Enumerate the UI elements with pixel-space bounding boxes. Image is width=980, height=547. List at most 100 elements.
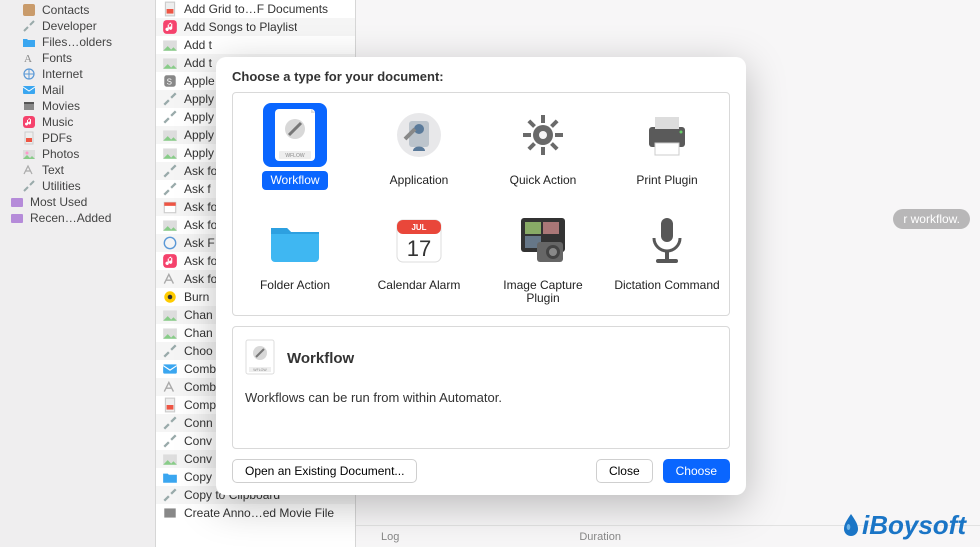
pdf-icon — [162, 397, 178, 413]
automator-window: Contacts Developer Files…olders A Fonts I… — [0, 0, 980, 547]
label: Music — [42, 115, 73, 129]
action-row[interactable]: Add Grid to…F Documents — [156, 0, 355, 18]
action-label: Burn — [184, 290, 209, 304]
tab-log[interactable]: Log — [381, 531, 399, 543]
files-icon — [162, 469, 178, 485]
svg-text:A: A — [24, 53, 32, 65]
label: Recen…Added — [30, 211, 111, 225]
open-existing-button[interactable]: Open an Existing Document... — [232, 459, 417, 483]
type-dictation-command[interactable]: Dictation Command — [605, 208, 729, 308]
photo-icon — [162, 217, 178, 233]
movie-icon — [162, 505, 178, 521]
svg-text:WFLOW: WFLOW — [253, 368, 267, 372]
action-label: Comb — [184, 362, 216, 376]
globe-icon — [162, 235, 178, 251]
script-icon: S — [162, 73, 178, 89]
action-label: Conv — [184, 452, 212, 466]
type-application[interactable]: Application — [357, 103, 481, 190]
sidebar-item-text[interactable]: Text — [0, 162, 155, 178]
pdf-icon — [162, 1, 178, 17]
text-icon — [162, 379, 178, 395]
type-workflow[interactable]: WFLOW Workflow — [233, 103, 357, 190]
label: Files…olders — [42, 35, 112, 49]
action-row[interactable]: Create Anno…ed Movie File — [156, 504, 355, 522]
burn-icon — [162, 289, 178, 305]
action-label: Ask f — [184, 182, 211, 196]
type-print-plugin[interactable]: Print Plugin — [605, 103, 729, 190]
sidebar-item-internet[interactable]: Internet — [0, 66, 155, 82]
tools-icon — [162, 181, 178, 197]
tools-icon — [22, 19, 36, 33]
sidebar-item-developer[interactable]: Developer — [0, 18, 155, 34]
choose-button[interactable]: Choose — [663, 459, 730, 483]
label: PDFs — [42, 131, 72, 145]
action-label: Conn — [184, 416, 213, 430]
type-quick-action[interactable]: Quick Action — [481, 103, 605, 190]
action-label: Ask F — [184, 236, 215, 250]
action-row[interactable]: Add Songs to Playlist — [156, 18, 355, 36]
label: Fonts — [42, 51, 72, 65]
library-sidebar: Contacts Developer Files…olders A Fonts I… — [0, 0, 156, 547]
action-label: Copy — [184, 470, 212, 484]
action-label: Apply — [184, 146, 214, 160]
calendar-icon: JUL17 — [387, 208, 451, 272]
type-folder-action[interactable]: Folder Action — [233, 208, 357, 308]
type-label: Calendar Alarm — [370, 276, 469, 295]
globe-icon — [22, 67, 36, 81]
photo-icon — [22, 147, 36, 161]
tools-icon — [22, 179, 36, 193]
tab-duration[interactable]: Duration — [579, 531, 621, 543]
pdf-icon — [22, 131, 36, 145]
action-label: Add Grid to…F Documents — [184, 2, 328, 16]
sidebar-item-pdfs[interactable]: PDFs — [0, 130, 155, 146]
sidebar-item-music[interactable]: Music — [0, 114, 155, 130]
sidebar-item-movies[interactable]: Movies — [0, 98, 155, 114]
label: Developer — [42, 19, 97, 33]
action-label: Ask fo — [184, 218, 217, 232]
tools-icon — [162, 343, 178, 359]
close-button[interactable]: Close — [596, 459, 653, 483]
action-label: Ask fo — [184, 254, 217, 268]
svg-text:WFLOW: WFLOW — [285, 153, 304, 159]
label: Movies — [42, 99, 80, 113]
action-label: Apple — [184, 74, 215, 88]
action-label: Chan — [184, 326, 213, 340]
sidebar-item-fonts[interactable]: A Fonts — [0, 50, 155, 66]
dialog-button-row: Open an Existing Document... Close Choos… — [232, 459, 730, 483]
type-label: Application — [382, 171, 457, 190]
type-calendar-alarm[interactable]: JUL17 Calendar Alarm — [357, 208, 481, 308]
movie-icon — [22, 99, 36, 113]
cal-day: 17 — [407, 236, 431, 261]
sidebar-item-utilities[interactable]: Utilities — [0, 178, 155, 194]
description-body: Workflows can be run from within Automat… — [245, 390, 717, 405]
action-row[interactable]: Add t — [156, 36, 355, 54]
type-label: Dictation Command — [606, 276, 727, 295]
action-label: Add Songs to Playlist — [184, 20, 297, 34]
sidebar-item-contacts[interactable]: Contacts — [0, 2, 155, 18]
workflow-icon: WFLOW — [263, 103, 327, 167]
action-label: Chan — [184, 308, 213, 322]
label: Text — [42, 163, 64, 177]
sidebar-group-most-used[interactable]: Most Used — [0, 194, 155, 210]
photo-icon — [162, 307, 178, 323]
photo-icon — [162, 127, 178, 143]
type-image-capture-plugin[interactable]: Image Capture Plugin — [481, 208, 605, 308]
type-label: Folder Action — [252, 276, 338, 295]
gear-icon — [511, 103, 575, 167]
sidebar-item-photos[interactable]: Photos — [0, 146, 155, 162]
sidebar-item-files[interactable]: Files…olders — [0, 34, 155, 50]
action-label: Apply — [184, 110, 214, 124]
label: Utilities — [42, 179, 81, 193]
files-icon — [22, 35, 36, 49]
workflow-small-icon: WFLOW — [245, 339, 275, 378]
canvas-hint: r workflow. — [893, 209, 970, 229]
text-icon — [22, 163, 36, 177]
tools-icon — [162, 433, 178, 449]
sidebar-group-recent[interactable]: Recen…Added — [0, 210, 155, 226]
folder-icon — [263, 208, 327, 272]
tools-icon — [162, 91, 178, 107]
action-label: Add t — [184, 38, 212, 52]
photo-icon — [162, 325, 178, 341]
sidebar-item-mail[interactable]: Mail — [0, 82, 155, 98]
smart-folder-icon — [10, 195, 24, 209]
